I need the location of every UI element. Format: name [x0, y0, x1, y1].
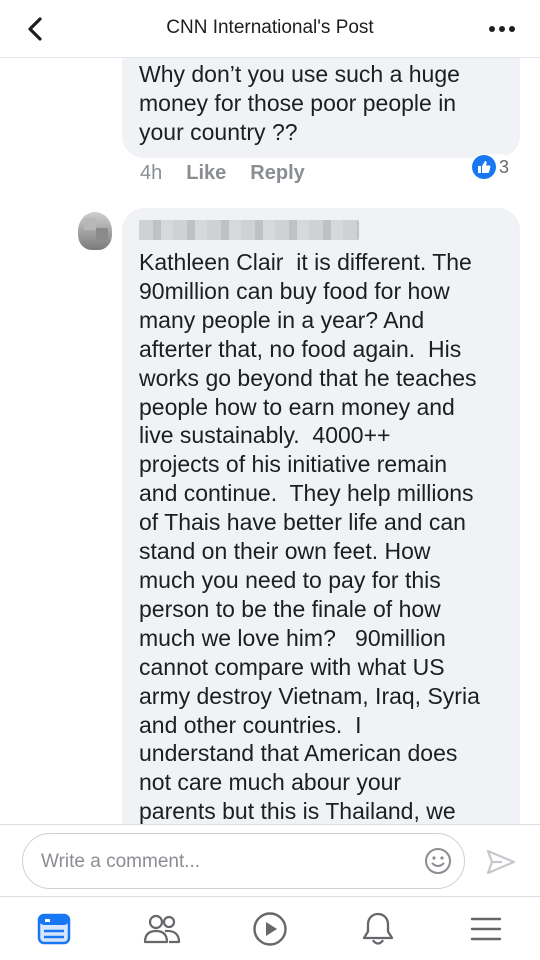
avatar[interactable] [78, 212, 112, 250]
comment-text: Why don’t you use such a huge money for … [139, 61, 460, 145]
reaction-badge[interactable]: 3 [471, 154, 514, 180]
comment-composer: Write a comment... [0, 824, 540, 896]
more-options-button[interactable] [482, 12, 522, 46]
comment-timestamp: 4h [140, 162, 163, 184]
nav-item-news-feed[interactable] [34, 909, 74, 949]
comment-input[interactable]: Write a comment... [22, 833, 465, 889]
more-dots-icon [489, 26, 495, 32]
comment-placeholder: Write a comment... [41, 851, 201, 872]
comments-list: Why don’t you use such a huge money for … [0, 58, 540, 824]
menu-icon [470, 917, 502, 941]
page-title: CNN International's Post [166, 17, 374, 38]
notifications-icon [362, 912, 394, 945]
reply-button[interactable]: Reply [250, 162, 304, 185]
comment-bubble[interactable]: Kathleen Clair it is different. The 90mi… [122, 208, 520, 824]
avatar-pixel [84, 218, 96, 230]
avatar-pixel [96, 228, 108, 240]
comment-text: Kathleen Clair it is different. The 90mi… [139, 249, 480, 824]
comment-actions: 4h Like Reply [140, 162, 305, 185]
watch-icon [253, 912, 287, 946]
nav-item-watch[interactable] [250, 909, 290, 949]
redacted-author-name [139, 220, 359, 240]
comment-bubble[interactable]: Why don’t you use such a huge money for … [122, 58, 520, 158]
nav-item-notifications[interactable] [358, 909, 398, 949]
more-dot [499, 26, 505, 32]
friends-icon [143, 914, 181, 944]
smiley-icon[interactable] [424, 847, 452, 875]
top-bar: CNN International's Post [0, 0, 540, 58]
news-feed-icon [37, 913, 71, 945]
thumbs-up-icon [472, 155, 496, 179]
nav-item-friends[interactable] [142, 909, 182, 949]
more-dot [509, 26, 515, 32]
reaction-count: 3 [499, 156, 510, 177]
like-button[interactable]: Like [186, 162, 226, 185]
send-icon[interactable] [484, 847, 518, 877]
nav-item-menu[interactable] [466, 909, 506, 949]
bottom-navigation [0, 896, 540, 960]
